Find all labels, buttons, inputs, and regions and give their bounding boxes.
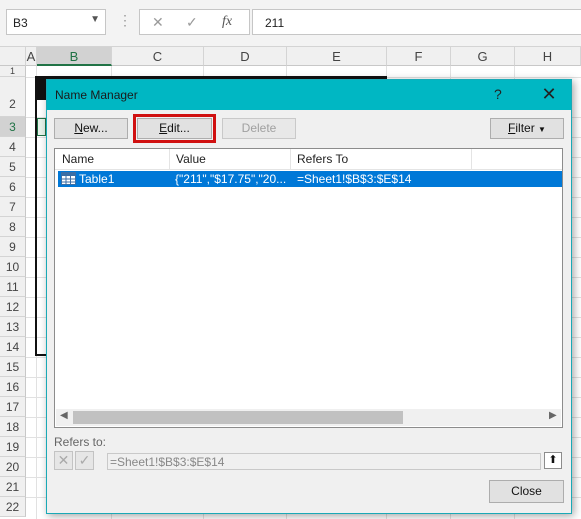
formula-bar: B3 ▼ ⋮ ✕ ✓ fx 211 [0,0,581,47]
row-header[interactable]: 17 [0,397,26,417]
refers-to-cell: =Sheet1!$B$3:$E$14 [297,172,412,186]
dialog-title: Name Manager [55,88,138,102]
row-header[interactable]: 9 [0,237,26,257]
row-header[interactable]: 19 [0,437,26,457]
column-header-name[interactable]: Name [62,152,94,166]
chevron-down-icon[interactable]: ▼ [90,14,100,25]
name-manager-dialog: Name Manager ? ✕ New... Edit... Delete F… [46,79,572,514]
filter-button[interactable]: Filter ▼ [490,118,564,139]
filter-button-label: Filter [508,121,535,135]
row-header[interactable]: 16 [0,377,26,397]
caret-down-icon: ▼ [538,125,546,134]
formula-input[interactable]: 211 [252,9,581,35]
column-header-d[interactable]: D [204,47,287,66]
delete-button-label: Delete [241,121,277,135]
close-button-label: Close [511,484,542,498]
row-header[interactable]: 10 [0,257,26,277]
insert-function-icon[interactable]: fx [222,14,232,30]
close-button[interactable]: Close [489,480,564,503]
column-header-refers-to[interactable]: Refers To [297,152,348,166]
confirm-edit-icon[interactable]: ✓ [75,451,94,470]
row-header[interactable]: 8 [0,217,26,237]
formula-buttons: ✕ ✓ fx [139,9,250,35]
row-header[interactable]: 12 [0,297,26,317]
column-divider[interactable] [290,149,291,169]
name-box[interactable]: B3 ▼ [6,9,106,35]
row-header[interactable]: 3 [0,117,26,137]
row-header[interactable]: 6 [0,177,26,197]
collapse-dialog-icon[interactable]: ⬆ [544,452,562,469]
row-header[interactable]: 20 [0,457,26,477]
cancel-edit-icon[interactable]: ✕ [54,451,73,470]
row-header[interactable]: 15 [0,357,26,377]
more-options-icon[interactable]: ⋮ [118,12,132,29]
row-header[interactable]: 11 [0,277,26,297]
names-list[interactable]: Name Value Refers To Table1 {"211","$17.… [54,148,563,428]
help-icon[interactable]: ? [494,86,502,102]
edit-button[interactable]: Edit... [133,114,216,143]
edit-button-label: Edit... [159,121,190,135]
refers-to-label: Refers to: [54,435,107,449]
close-icon[interactable]: ✕ [535,82,563,106]
list-item[interactable]: Table1 {"211","$17.75","20... =Sheet1!$B… [58,171,562,187]
row-header[interactable]: 5 [0,157,26,177]
row-header[interactable]: 21 [0,477,26,497]
new-button-label: New... [74,121,108,135]
row-header[interactable]: 13 [0,317,26,337]
scroll-left-icon[interactable]: ◀ [60,410,68,421]
column-header-f[interactable]: F [387,47,451,66]
row-header[interactable]: 18 [0,417,26,437]
row-header[interactable]: 2 [0,77,26,117]
select-all-corner[interactable] [0,47,26,66]
name-cell: Table1 [79,172,115,186]
refers-to-value: =Sheet1!$B$3:$E$14 [110,455,225,469]
dialog-titlebar[interactable]: Name Manager ? ✕ [47,80,571,110]
row-header[interactable]: 7 [0,197,26,217]
new-button[interactable]: New... [54,118,128,139]
delete-button[interactable]: Delete [222,118,296,139]
table-icon [61,172,76,185]
scroll-right-icon[interactable]: ▶ [549,410,557,421]
column-header-b[interactable]: B [37,47,112,66]
column-header-c[interactable]: C [112,47,204,66]
name-box-value: B3 [13,16,28,30]
column-header-g[interactable]: G [451,47,515,66]
enter-icon[interactable]: ✓ [186,14,198,31]
active-cell-b3[interactable] [37,118,46,136]
formula-value: 211 [265,16,285,30]
row-header[interactable]: 4 [0,137,26,157]
column-header-e[interactable]: E [287,47,387,66]
row-header[interactable]: 22 [0,497,26,517]
list-header: Name Value Refers To [55,149,562,170]
refers-to-input[interactable]: =Sheet1!$B$3:$E$14 [107,453,541,470]
table-left-border [35,100,37,356]
horizontal-scrollbar[interactable]: ◀ ▶ [56,409,561,426]
row-header[interactable]: 14 [0,337,26,357]
value-cell: {"211","$17.75","20... [175,172,287,186]
cancel-icon[interactable]: ✕ [152,14,164,31]
row-header[interactable]: 1 [0,66,26,77]
column-header-h[interactable]: H [515,47,581,66]
scroll-thumb[interactable] [73,411,403,424]
column-header-value[interactable]: Value [176,152,206,166]
column-divider[interactable] [169,149,170,169]
column-divider[interactable] [471,149,472,169]
column-header-a[interactable]: A [26,47,37,66]
